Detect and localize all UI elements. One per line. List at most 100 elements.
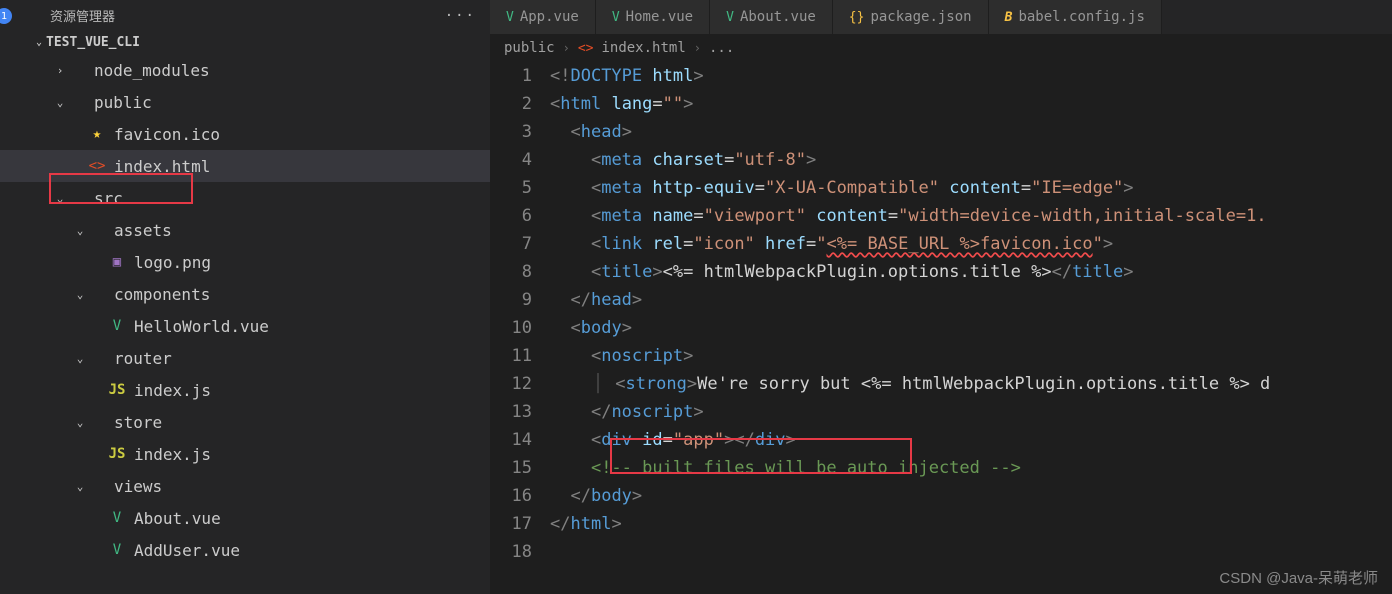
editor-tab[interactable]: {} package.json xyxy=(833,0,989,34)
explorer-header: 资源管理器 ··· xyxy=(0,0,490,31)
line-number: 11 xyxy=(490,342,532,370)
tree-item-label: index.js xyxy=(134,445,480,464)
tree-item-label: src xyxy=(94,189,480,208)
explorer-title: 资源管理器 xyxy=(50,6,115,25)
tree-item[interactable]: ⌄assets xyxy=(0,214,490,246)
line-number: 7 xyxy=(490,230,532,258)
tree-item[interactable]: VAddUser.vue xyxy=(0,534,490,566)
editor-tab[interactable]: VApp.vue xyxy=(490,0,596,34)
line-number: 13 xyxy=(490,398,532,426)
file-icon: V xyxy=(108,542,126,558)
tree-item-label: assets xyxy=(114,221,480,240)
tree-item[interactable]: ▣ logo.png xyxy=(0,246,490,278)
tab-bar: VApp.vueVHome.vueVAbout.vue{}package.jso… xyxy=(490,0,1392,34)
file-icon: V xyxy=(726,10,734,25)
tree-item[interactable]: JS index.js xyxy=(0,438,490,470)
tree-item-label: store xyxy=(114,413,480,432)
file-icon: JS xyxy=(108,382,126,398)
line-number: 12 xyxy=(490,370,532,398)
tab-label: babel.config.js xyxy=(1018,9,1144,25)
line-number: 4 xyxy=(490,146,532,174)
tree-item[interactable]: JS index.js xyxy=(0,374,490,406)
chevron-right-icon: › xyxy=(52,64,68,77)
tree-item[interactable]: › node_modules xyxy=(0,54,490,86)
tree-item[interactable]: V About.vue xyxy=(0,502,490,534)
code-line[interactable]: <head> xyxy=(550,118,1392,146)
code-content[interactable]: <!DOCTYPE html><html lang=""> <head> <me… xyxy=(550,62,1392,594)
html-icon: <> xyxy=(578,41,594,56)
code-line[interactable]: <title><%= htmlWebpackPlugin.options.tit… xyxy=(550,258,1392,286)
line-number: 15 xyxy=(490,454,532,482)
code-line[interactable]: <!DOCTYPE html> xyxy=(550,62,1392,90)
code-line[interactable]: <link rel="icon" href="<%= BASE_URL %>fa… xyxy=(550,230,1392,258)
editor-tab[interactable]: V Home.vue xyxy=(596,0,710,34)
tree-item-label: HelloWorld.vue xyxy=(134,317,480,336)
tree-item[interactable]: ⌄router xyxy=(0,342,490,374)
file-icon: JS xyxy=(108,446,126,462)
code-line[interactable]: <noscript> xyxy=(550,342,1392,370)
code-line[interactable]: <div id="app"></div> xyxy=(550,426,1392,454)
line-number: 8 xyxy=(490,258,532,286)
tree-item-label: favicon.ico xyxy=(114,125,480,144)
code-line[interactable]: <html lang=""> xyxy=(550,90,1392,118)
code-line[interactable]: </head> xyxy=(550,286,1392,314)
breadcrumb-seg[interactable]: index.html xyxy=(601,40,685,56)
chevron-down-icon: ⌄ xyxy=(52,192,68,205)
tab-label: Home.vue xyxy=(626,9,693,25)
file-icon: {} xyxy=(849,10,865,25)
code-line[interactable] xyxy=(550,538,1392,566)
code-line[interactable]: <!-- built files will be auto injected -… xyxy=(550,454,1392,482)
more-icon[interactable]: ··· xyxy=(445,8,476,24)
code-line[interactable]: │ <strong>We're sorry but <%= htmlWebpac… xyxy=(550,370,1392,398)
file-icon: V xyxy=(612,10,620,25)
file-icon: ★ xyxy=(88,126,106,142)
code-line[interactable]: </noscript> xyxy=(550,398,1392,426)
editor-tab[interactable]: VAbout.vue xyxy=(710,0,833,34)
breadcrumbs[interactable]: public › <> index.html › ... xyxy=(490,34,1392,62)
tab-label: App.vue xyxy=(520,9,579,25)
tree-item[interactable]: ⌄components xyxy=(0,278,490,310)
tree-item[interactable]: ⌄ views xyxy=(0,470,490,502)
line-number: 9 xyxy=(490,286,532,314)
line-number: 18 xyxy=(490,538,532,566)
line-number: 16 xyxy=(490,482,532,510)
file-icon: V xyxy=(108,510,126,526)
tree-item-label: index.html xyxy=(114,157,480,176)
tree-item[interactable]: VHelloWorld.vue xyxy=(0,310,490,342)
tree-item[interactable]: ★ favicon.ico xyxy=(0,118,490,150)
code-line[interactable]: <meta name="viewport" content="width=dev… xyxy=(550,202,1392,230)
tree-item[interactable]: ⌄store xyxy=(0,406,490,438)
chevron-down-icon: ⌄ xyxy=(52,96,68,109)
line-number: 2 xyxy=(490,90,532,118)
explorer-sidebar: 1 资源管理器 ··· ⌄ TEST_VUE_CLI ›node_modules… xyxy=(0,0,490,594)
chevron-down-icon: ⌄ xyxy=(72,352,88,365)
tab-label: package.json xyxy=(870,9,971,25)
line-gutter: 123456789101112131415161718 xyxy=(490,62,550,594)
line-number: 3 xyxy=(490,118,532,146)
tree-item-label: node_modules xyxy=(94,61,480,80)
code-line[interactable]: <meta charset="utf-8"> xyxy=(550,146,1392,174)
tree-item-label: views xyxy=(114,477,480,496)
breadcrumb-seg[interactable]: public xyxy=(504,40,555,56)
tree-item-label: public xyxy=(94,93,480,112)
project-header[interactable]: ⌄ TEST_VUE_CLI xyxy=(0,31,490,54)
tree-item-label: About.vue xyxy=(134,509,480,528)
tree-item-label: index.js xyxy=(134,381,480,400)
chevron-down-icon: ⌄ xyxy=(72,480,88,493)
tree-item[interactable]: ⌄ src xyxy=(0,182,490,214)
code-editor[interactable]: 123456789101112131415161718 <!DOCTYPE ht… xyxy=(490,62,1392,594)
breadcrumb-tail: ... xyxy=(709,40,734,56)
watermark: CSDN @Java-呆萌老师 xyxy=(1219,567,1378,588)
code-line[interactable]: <meta http-equiv="X-UA-Compatible" conte… xyxy=(550,174,1392,202)
chevron-right-icon: › xyxy=(694,41,701,55)
code-line[interactable]: <body> xyxy=(550,314,1392,342)
tree-item[interactable]: <>index.html xyxy=(0,150,490,182)
tree-item[interactable]: ⌄ public xyxy=(0,86,490,118)
editor-tab[interactable]: Bbabel.config.js xyxy=(989,0,1162,34)
chevron-down-icon: ⌄ xyxy=(36,37,42,48)
file-tree: › node_modules ⌄ public ★ favicon.ico <>index.… xyxy=(0,54,490,594)
code-line[interactable]: </html> xyxy=(550,510,1392,538)
tree-item-label: logo.png xyxy=(134,253,480,272)
code-line[interactable]: </body> xyxy=(550,482,1392,510)
file-icon: ▣ xyxy=(108,254,126,270)
